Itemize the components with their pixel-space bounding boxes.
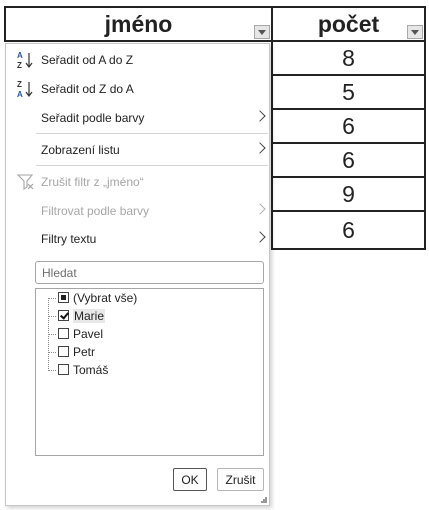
- list-item-label: Pavel: [73, 327, 104, 341]
- list-item-label: Tomáš: [73, 363, 109, 377]
- list-item[interactable]: Petr: [36, 343, 263, 361]
- menu-item-label: Zobrazení listu: [41, 143, 120, 157]
- chevron-right-icon: [254, 203, 266, 215]
- menu-item-filter-by-color: Filtrovat podle barvy: [6, 198, 269, 224]
- list-item-label: Petr: [73, 345, 96, 359]
- menu-item-label: Seřadit podle barvy: [41, 111, 145, 125]
- tree-connector: [48, 334, 56, 335]
- menu-item-label: Filtrovat podle barvy: [41, 204, 150, 218]
- checkbox-unchecked[interactable]: [58, 364, 69, 375]
- list-item-label: Marie: [73, 309, 106, 323]
- header-name-label: jméno: [104, 10, 173, 37]
- header-cell-count[interactable]: počet: [271, 6, 426, 42]
- menu-separator: [36, 133, 268, 134]
- svg-text:Z: Z: [17, 80, 22, 89]
- menu-item-label: Seřadit od A do Z: [41, 53, 134, 67]
- list-item-label: (Vybrat vše): [73, 291, 138, 305]
- count-column: 8 5 6 6 9 6: [271, 42, 426, 250]
- tree-connector: [48, 298, 56, 299]
- dropdown-arrow-icon: [258, 29, 266, 35]
- resize-grip-icon[interactable]: [261, 497, 267, 503]
- menu-item-sort-by-color[interactable]: Seřadit podle barvy: [6, 105, 269, 131]
- list-item-select-all[interactable]: (Vybrat vše): [36, 289, 263, 307]
- chevron-right-icon: [254, 110, 266, 122]
- dropdown-arrow-icon: [411, 29, 419, 35]
- filter-dropdown-button-count[interactable]: [407, 25, 423, 39]
- sort-za-icon: Z A: [17, 80, 33, 99]
- checkbox-checked[interactable]: [58, 310, 69, 321]
- count-cell[interactable]: 8: [273, 42, 424, 76]
- count-cell[interactable]: 9: [273, 178, 424, 212]
- checkbox-unchecked[interactable]: [58, 346, 69, 357]
- list-item[interactable]: Tomáš: [36, 361, 263, 379]
- menu-item-label: Filtry textu: [41, 232, 97, 246]
- chevron-right-icon: [254, 231, 266, 243]
- tree-connector: [48, 352, 56, 353]
- ok-button[interactable]: OK: [173, 468, 207, 491]
- menu-item-sort-a-z[interactable]: A Z Seřadit od A do Z: [6, 47, 269, 73]
- count-cell[interactable]: 6: [273, 110, 424, 144]
- checkbox-unchecked[interactable]: [58, 328, 69, 339]
- count-cell[interactable]: 6: [273, 144, 424, 178]
- header-count-label: počet: [317, 10, 380, 37]
- svg-text:A: A: [17, 90, 23, 99]
- cancel-button[interactable]: Zrušit: [217, 468, 264, 491]
- menu-item-text-filters[interactable]: Filtry textu: [6, 226, 269, 252]
- menu-item-sort-z-a[interactable]: Z A Seřadit od Z do A: [6, 76, 269, 102]
- list-item[interactable]: Marie: [36, 307, 263, 325]
- tree-connector: [48, 316, 56, 317]
- filter-dropdown-menu: A Z Seřadit od A do Z Z A Seřadit od Z d…: [5, 43, 270, 506]
- menu-separator: [36, 165, 268, 166]
- menu-item-label: Zrušit filtr z „jméno“: [41, 175, 144, 189]
- menu-item-clear-filter: Zrušit filtr z „jméno“: [6, 169, 269, 195]
- menu-item-label: Seřadit od Z do A: [41, 82, 134, 96]
- header-cell-name[interactable]: jméno: [4, 6, 273, 42]
- menu-item-sheet-view[interactable]: Zobrazení listu: [6, 137, 269, 163]
- clear-filter-icon: [16, 174, 34, 191]
- filter-values-list[interactable]: (Vybrat vše) Marie Pavel Petr Tomáš: [35, 288, 264, 456]
- count-cell[interactable]: 6: [273, 212, 424, 248]
- tree-connector: [48, 370, 56, 371]
- checkbox-partial[interactable]: [58, 292, 69, 303]
- svg-text:Z: Z: [17, 61, 22, 70]
- search-input[interactable]: [35, 261, 264, 284]
- chevron-right-icon: [254, 142, 266, 154]
- svg-text:A: A: [17, 51, 23, 60]
- list-item[interactable]: Pavel: [36, 325, 263, 343]
- sort-az-icon: A Z: [17, 51, 33, 70]
- count-cell[interactable]: 5: [273, 76, 424, 110]
- filter-dropdown-button-name[interactable]: [254, 25, 270, 39]
